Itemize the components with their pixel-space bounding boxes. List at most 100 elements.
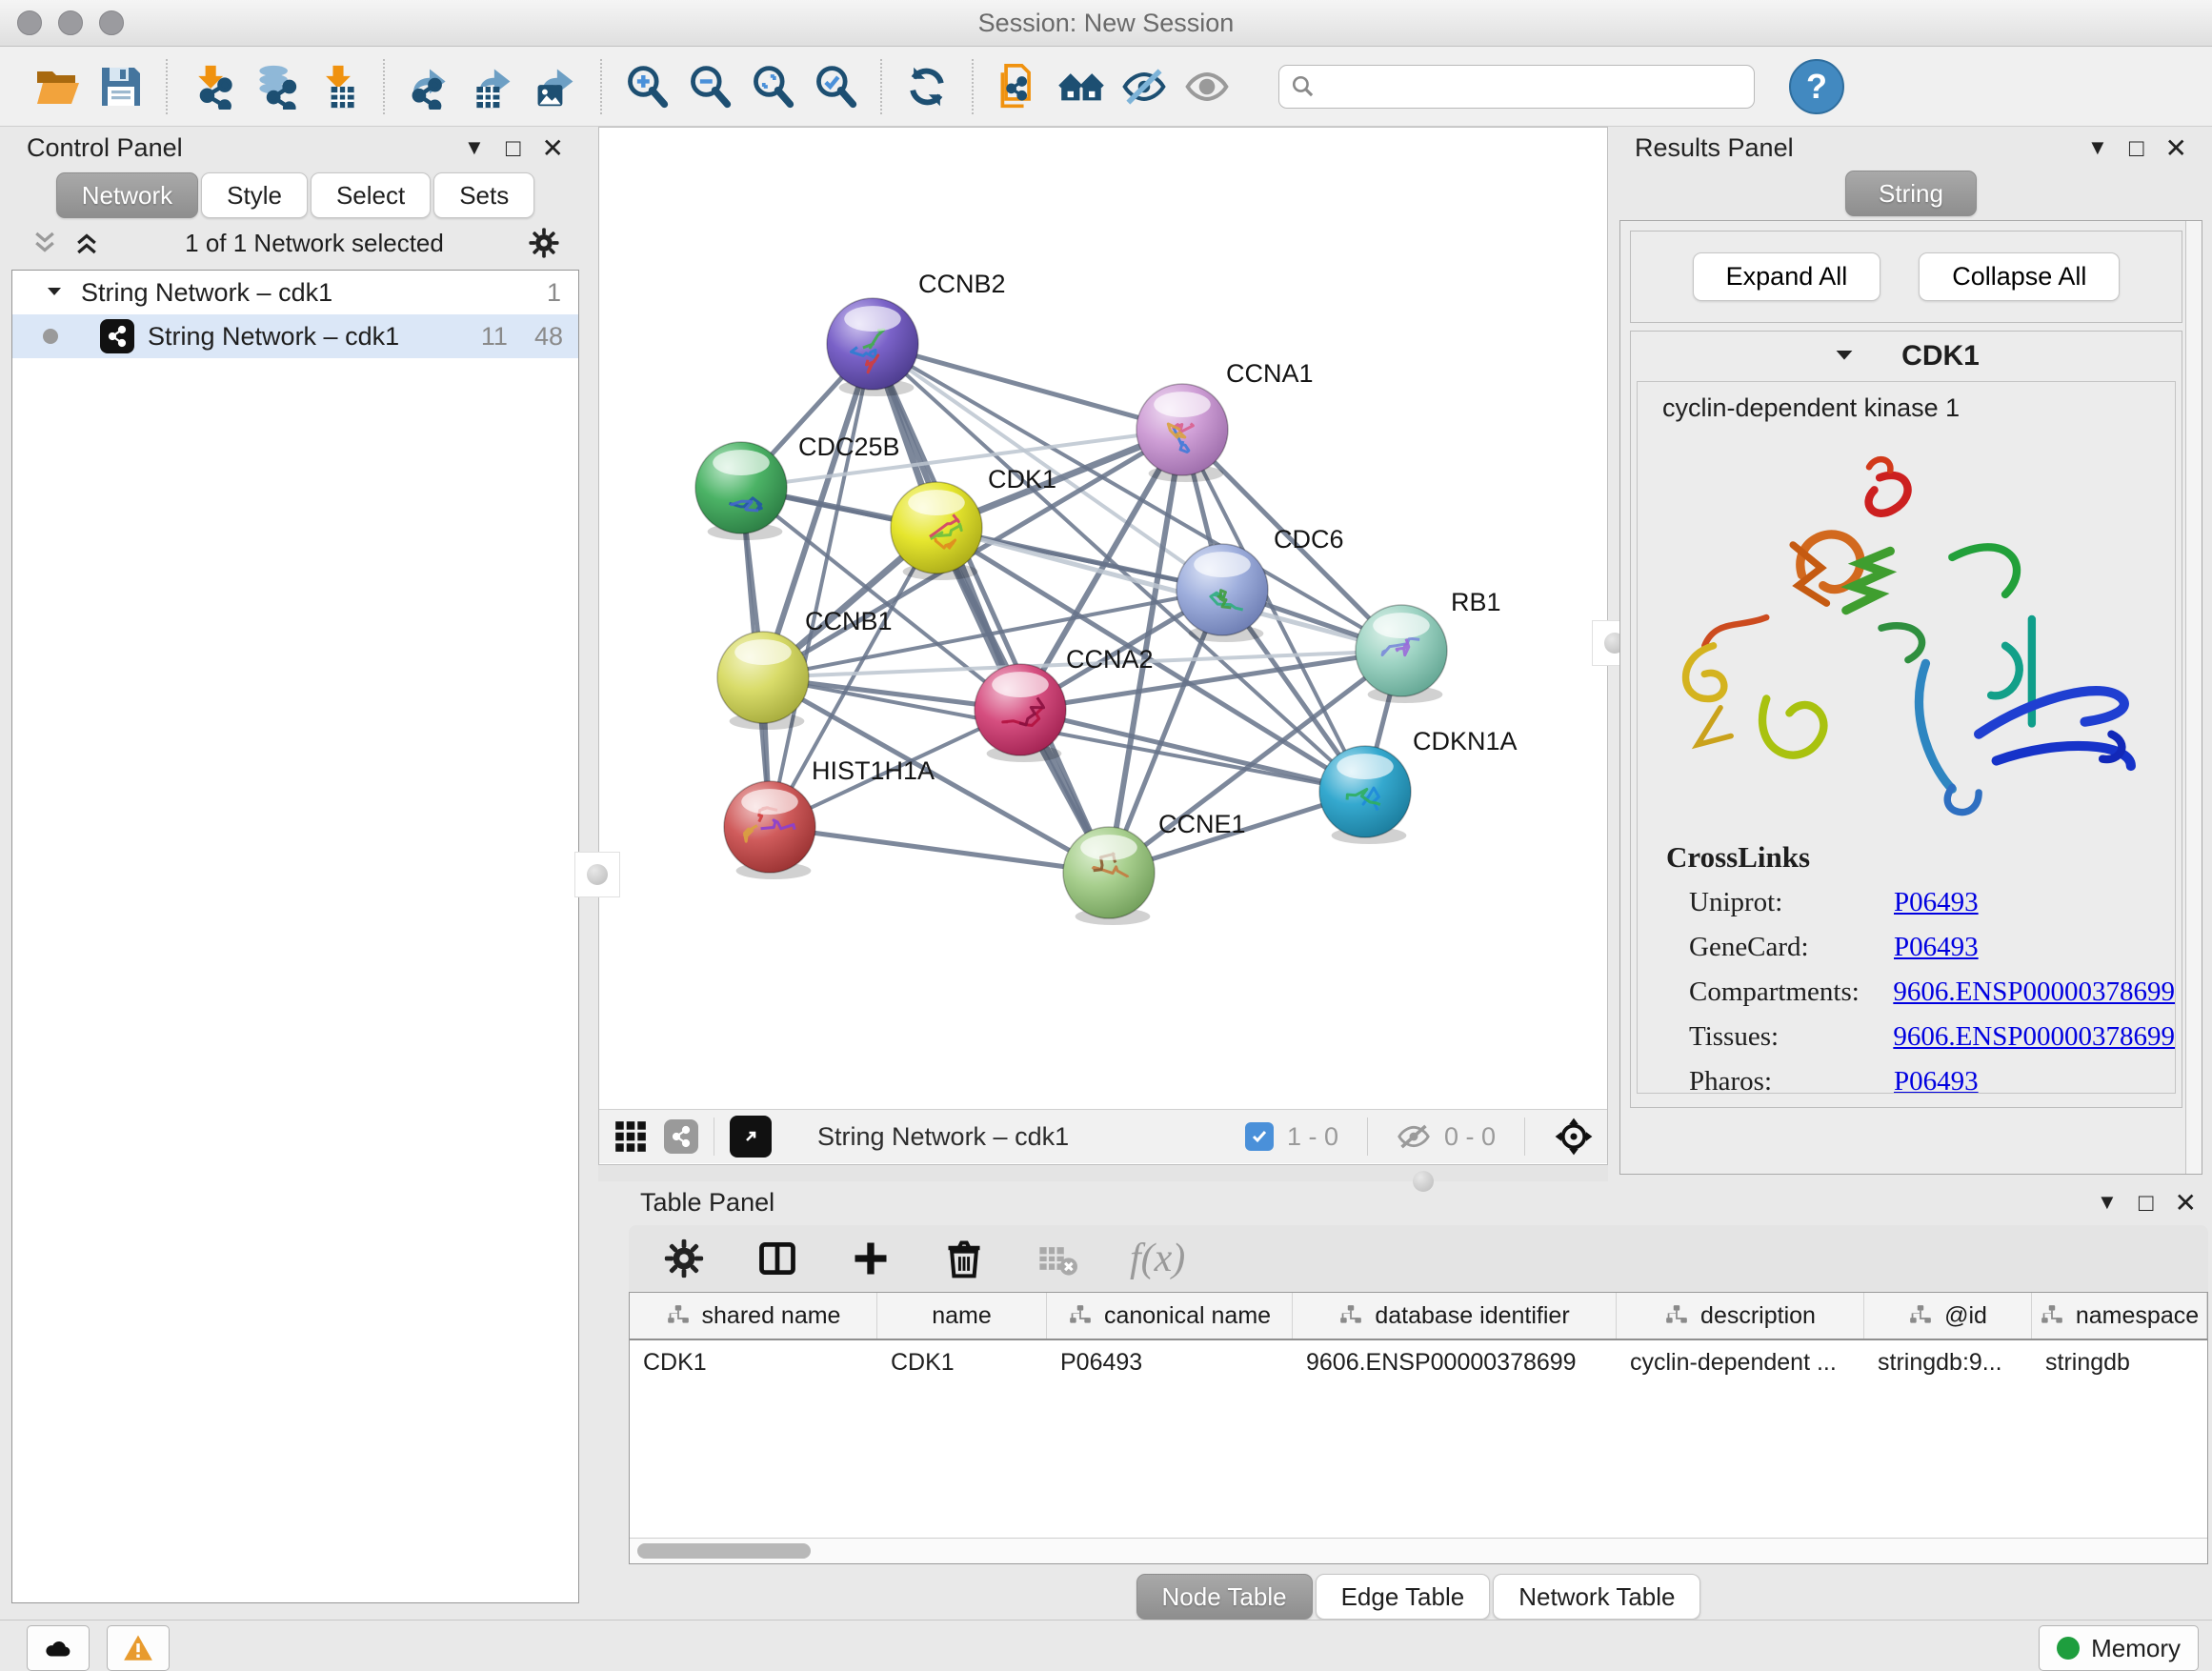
- export-network-button[interactable]: [398, 57, 461, 116]
- crosslink-link[interactable]: P06493: [1894, 932, 1979, 962]
- network-graph[interactable]: CCNB2CCNA1CDC25BCDK1CDC6RB1CCNB1CCNA2CDK…: [599, 128, 1607, 1109]
- column-header-description[interactable]: description: [1617, 1293, 1864, 1339]
- help-button[interactable]: ?: [1789, 59, 1844, 114]
- search-input[interactable]: [1325, 70, 1742, 102]
- function-builder-button[interactable]: f(x): [1130, 1236, 1185, 1281]
- tab-sets[interactable]: Sets: [433, 172, 534, 218]
- tab-style[interactable]: Style: [201, 172, 308, 218]
- gear-icon[interactable]: [528, 227, 560, 259]
- cloud-status-button[interactable]: [27, 1625, 90, 1671]
- add-column-icon[interactable]: [850, 1238, 892, 1279]
- network-node-CDK1[interactable]: [891, 482, 982, 580]
- close-panel-icon[interactable]: ✕: [2175, 1187, 2197, 1218]
- network-edge[interactable]: [770, 344, 873, 827]
- tab-network-table[interactable]: Network Table: [1493, 1574, 1700, 1620]
- export-table-button[interactable]: [461, 57, 524, 116]
- collapse-all-button[interactable]: Collapse All: [1919, 252, 2120, 301]
- network-view[interactable]: CCNB2CCNA1CDC25BCDK1CDC6RB1CCNB1CCNA2CDK…: [598, 127, 1608, 1165]
- tree-expander-icon[interactable]: [45, 283, 64, 302]
- hidden-eye-icon[interactable]: [1397, 1119, 1431, 1154]
- zoom-out-button[interactable]: [678, 57, 741, 116]
- zoom-selected-button[interactable]: [804, 57, 867, 116]
- column-header-shared-name[interactable]: shared name: [630, 1293, 877, 1339]
- network-node-CDC25B[interactable]: [695, 442, 787, 540]
- duplicate-network-button[interactable]: [987, 57, 1050, 116]
- node-section-header[interactable]: CDK1: [1631, 332, 2182, 381]
- table-empty-area: [630, 1384, 2207, 1538]
- open-in-window-icon[interactable]: [730, 1116, 772, 1158]
- panel-divider[interactable]: [598, 1165, 1608, 1181]
- table-horizontal-scrollbar[interactable]: [630, 1538, 2207, 1563]
- export-image-button[interactable]: [524, 57, 587, 116]
- tab-edge-table[interactable]: Edge Table: [1316, 1574, 1491, 1620]
- crosslink-link[interactable]: P06493: [1894, 1066, 1979, 1094]
- network-collection-row[interactable]: String Network – cdk1 1: [12, 271, 578, 314]
- memory-status-dot: [2057, 1637, 2080, 1660]
- open-session-button[interactable]: [27, 57, 90, 116]
- maximize-panel-icon[interactable]: □: [2129, 133, 2144, 163]
- section-expander-icon[interactable]: [1833, 345, 1856, 368]
- network-node-CDC6[interactable]: [1176, 544, 1268, 642]
- first-neighbors-button[interactable]: [1050, 57, 1113, 116]
- node-label: CDC25B: [798, 433, 900, 461]
- tab-select[interactable]: Select: [311, 172, 431, 218]
- eye-icon: [1184, 64, 1230, 110]
- grid-view-icon[interactable]: [613, 1118, 649, 1155]
- float-panel-icon[interactable]: ▼: [2087, 135, 2108, 160]
- network-node-CCNA1[interactable]: [1136, 384, 1228, 482]
- left-splitter-handle[interactable]: [574, 852, 620, 897]
- show-columns-icon[interactable]: [756, 1238, 798, 1279]
- zoom-in-button[interactable]: [615, 57, 678, 116]
- network-node-CDKN1A[interactable]: [1319, 746, 1411, 844]
- table-settings-gear-icon[interactable]: [663, 1238, 705, 1279]
- collection-count: 1: [547, 278, 561, 308]
- import-table-file-button[interactable]: [307, 57, 370, 116]
- warnings-button[interactable]: [107, 1625, 170, 1671]
- scrollbar-thumb[interactable]: [637, 1543, 811, 1559]
- column-header-canonical-name[interactable]: canonical name: [1047, 1293, 1293, 1339]
- column-header-name[interactable]: name: [877, 1293, 1047, 1339]
- tab-string[interactable]: String: [1845, 171, 1977, 216]
- hide-selected-button[interactable]: [1113, 57, 1176, 116]
- results-scrollbar[interactable]: [2185, 221, 2202, 1174]
- network-node-HIST1H1A[interactable]: [724, 781, 815, 879]
- network-edge[interactable]: [873, 344, 1109, 873]
- column-header-namespace[interactable]: namespace: [2032, 1293, 2207, 1339]
- table-cell: stringdb: [2032, 1340, 2207, 1384]
- tab-node-table[interactable]: Node Table: [1136, 1574, 1313, 1620]
- show-all-button[interactable]: [1176, 57, 1238, 116]
- maximize-panel-icon[interactable]: □: [2139, 1188, 2154, 1218]
- birdseye-view-icon[interactable]: [664, 1119, 698, 1154]
- table-cell: P06493: [1047, 1340, 1293, 1384]
- save-session-button[interactable]: [90, 57, 152, 116]
- crosslink-link[interactable]: 9606.ENSP00000378699: [1893, 976, 2175, 1007]
- tab-network[interactable]: Network: [56, 172, 198, 218]
- float-panel-icon[interactable]: ▼: [464, 135, 485, 160]
- maximize-panel-icon[interactable]: □: [506, 133, 521, 163]
- delete-table-icon[interactable]: [1036, 1238, 1078, 1279]
- close-panel-icon[interactable]: ✕: [2165, 132, 2187, 164]
- table-row[interactable]: CDK1CDK1P064939606.ENSP00000378699cyclin…: [630, 1340, 2207, 1384]
- delete-column-icon[interactable]: [943, 1238, 985, 1279]
- crosslink-link[interactable]: P06493: [1894, 887, 1979, 917]
- network-row[interactable]: String Network – cdk1 11 48: [12, 314, 578, 358]
- import-network-file-button[interactable]: [181, 57, 244, 116]
- expand-all-icon[interactable]: [72, 229, 101, 257]
- column-header-database-identifier[interactable]: database identifier: [1293, 1293, 1617, 1339]
- network-node-CCNE1[interactable]: [1063, 827, 1155, 925]
- memory-button[interactable]: Memory: [2039, 1625, 2199, 1671]
- zoom-fit-button[interactable]: [741, 57, 804, 116]
- expand-all-button[interactable]: Expand All: [1693, 252, 1881, 301]
- refresh-layout-button[interactable]: [895, 57, 958, 116]
- network-node-RB1[interactable]: [1356, 605, 1447, 703]
- selected-nodes-checkbox[interactable]: [1245, 1122, 1274, 1151]
- crosslink-link[interactable]: 9606.ENSP00000378699: [1893, 1021, 2175, 1052]
- close-panel-icon[interactable]: ✕: [542, 132, 564, 164]
- network-edge[interactable]: [770, 827, 1109, 873]
- float-panel-icon[interactable]: ▼: [2097, 1190, 2118, 1215]
- crosshair-icon[interactable]: [1554, 1117, 1594, 1157]
- node-description: cyclin-dependent kinase 1: [1638, 382, 2175, 423]
- column-header--id[interactable]: @id: [1864, 1293, 2032, 1339]
- collapse-all-icon[interactable]: [30, 229, 59, 257]
- import-network-database-button[interactable]: [244, 57, 307, 116]
